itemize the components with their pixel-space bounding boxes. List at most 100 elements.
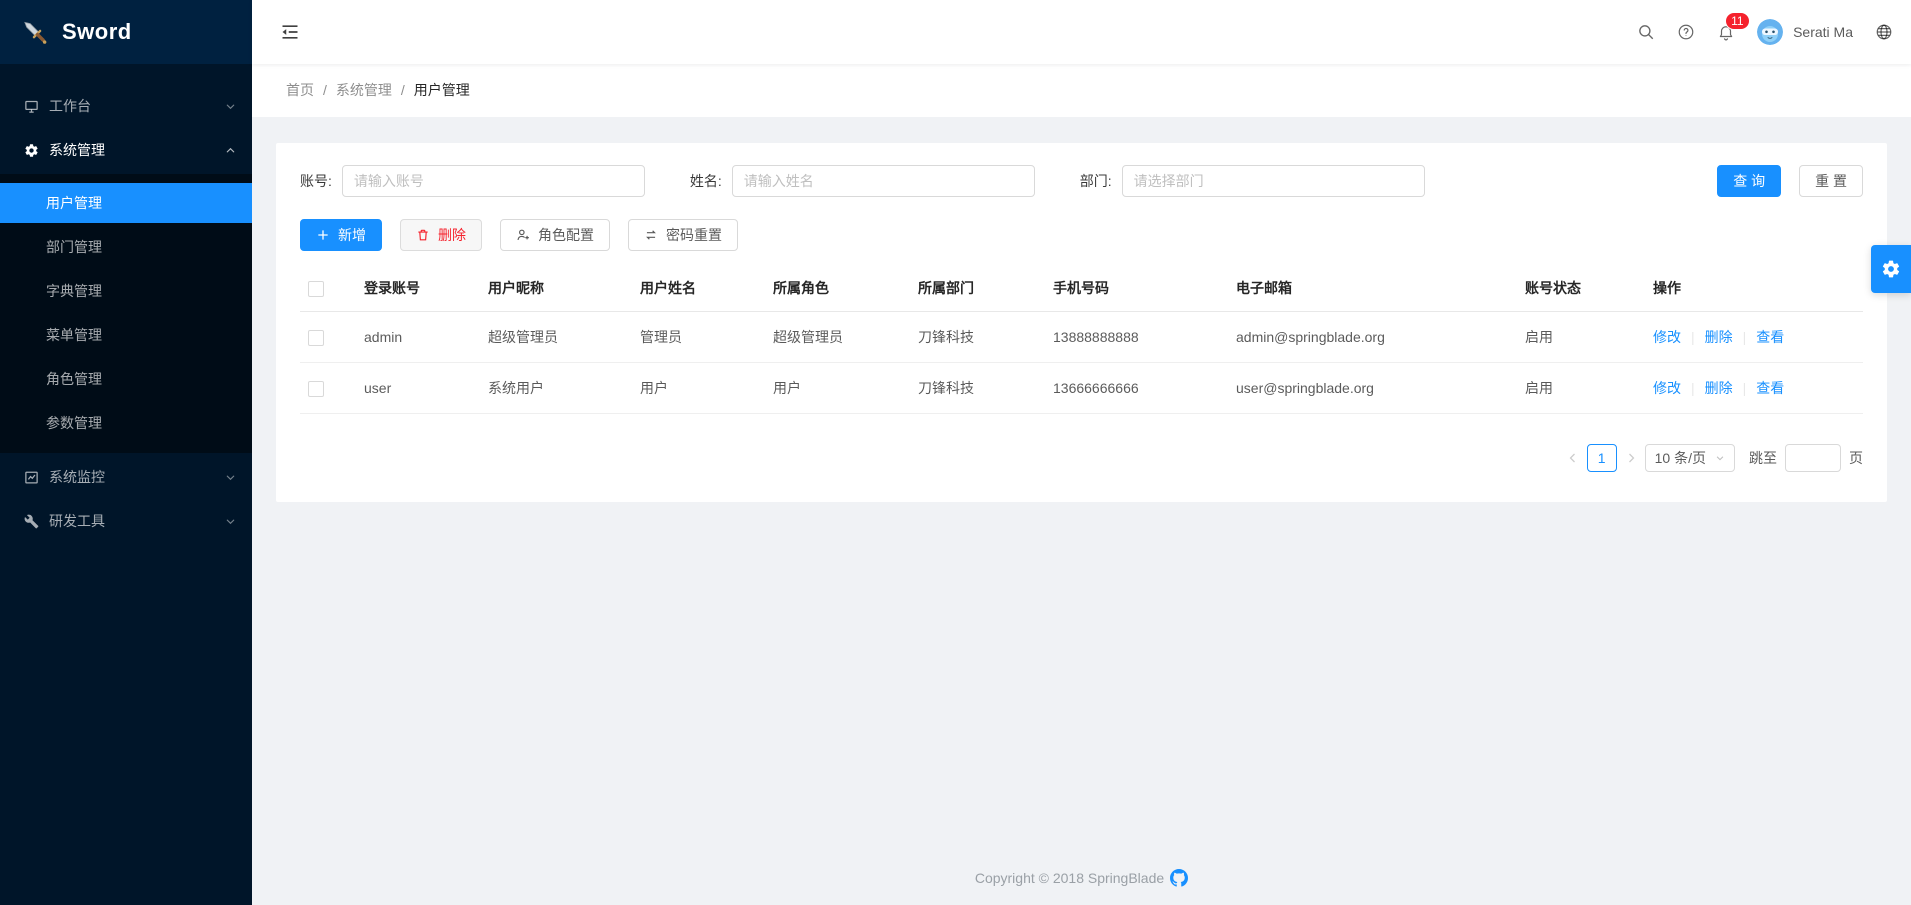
- row-checkbox[interactable]: [308, 330, 324, 346]
- user-add-icon: [516, 228, 530, 242]
- avatar[interactable]: [1757, 19, 1783, 45]
- cell-account: user: [356, 363, 480, 414]
- submenu: 用户管理部门管理字典管理菜单管理角色管理参数管理: [0, 174, 252, 453]
- sidebar-item-label: 系统管理: [49, 140, 225, 160]
- page-number[interactable]: 1: [1587, 444, 1617, 472]
- action-divider: |: [1743, 329, 1747, 345]
- account-input[interactable]: [342, 165, 645, 197]
- select-all-checkbox[interactable]: [308, 281, 324, 297]
- row-action-link[interactable]: 删除: [1705, 380, 1733, 396]
- cell-role: 用户: [765, 363, 910, 414]
- cell-email: admin@springblade.org: [1228, 312, 1517, 363]
- column-header: 账号状态: [1517, 265, 1645, 312]
- app-root: Sword 工作台系统管理用户管理部门管理字典管理菜单管理角色管理参数管理系统监…: [0, 0, 1911, 905]
- name-input[interactable]: [732, 165, 1035, 197]
- sidebar-subitem[interactable]: 用户管理: [0, 183, 252, 223]
- sidebar-subitem[interactable]: 参数管理: [0, 403, 252, 443]
- footer: Copyright © 2018 SpringBlade: [276, 855, 1887, 895]
- pagination: 1 10 条/页 跳至 页: [300, 444, 1863, 472]
- desktop-icon: [24, 99, 39, 114]
- topbar: 11 Serati Ma: [252, 0, 1911, 64]
- sidebar-item-label: 系统监控: [49, 467, 225, 487]
- sidebar-subitem[interactable]: 菜单管理: [0, 315, 252, 355]
- column-header: 操作: [1645, 265, 1863, 312]
- notification-badge: 11: [1726, 13, 1748, 29]
- breadcrumb: 首页/系统管理/用户管理: [252, 64, 1911, 117]
- main-area: 11 Serati Ma 首页/系统管: [252, 0, 1911, 905]
- reset-button[interactable]: 重 置: [1799, 165, 1863, 197]
- password-reset-button[interactable]: 密码重置: [628, 219, 738, 251]
- sidebar-item[interactable]: 研发工具: [0, 501, 252, 541]
- password-reset-label: 密码重置: [666, 225, 722, 245]
- name-label: 姓名:: [690, 171, 722, 191]
- row-action-link[interactable]: 删除: [1705, 329, 1733, 345]
- cell-phone: 13666666666: [1045, 363, 1228, 414]
- language-globe-icon[interactable]: [1875, 23, 1893, 41]
- row-action-link[interactable]: 查看: [1756, 329, 1784, 345]
- account-label: 账号:: [300, 171, 332, 191]
- next-page-icon[interactable]: [1625, 452, 1637, 464]
- sidebar-subitem[interactable]: 角色管理: [0, 359, 252, 399]
- tool-icon: [24, 514, 39, 529]
- action-divider: |: [1743, 380, 1747, 396]
- row-action-link[interactable]: 修改: [1653, 329, 1681, 345]
- row-action-link[interactable]: 查看: [1756, 380, 1784, 396]
- github-icon[interactable]: [1170, 869, 1188, 887]
- search-icon[interactable]: [1637, 23, 1655, 41]
- sword-logo-icon: [20, 17, 50, 47]
- copyright-text: Copyright © 2018 SpringBlade: [975, 870, 1164, 886]
- row-action-link[interactable]: 修改: [1653, 380, 1681, 396]
- table-row: user系统用户用户用户刀锋科技13666666666user@springbl…: [300, 363, 1863, 414]
- cell-name: 用户: [632, 363, 765, 414]
- filter-group-dept: 部门:: [1080, 165, 1425, 197]
- sidebar-subitem[interactable]: 字典管理: [0, 271, 252, 311]
- cell-nickname: 超级管理员: [480, 312, 632, 363]
- cell-status: 启用: [1517, 363, 1645, 414]
- logo[interactable]: Sword: [0, 0, 252, 64]
- sidebar-subitem[interactable]: 部门管理: [0, 227, 252, 267]
- action-divider: |: [1691, 329, 1695, 345]
- cell-account: admin: [356, 312, 480, 363]
- chevron-down-icon: [225, 101, 236, 112]
- sidebar-item[interactable]: 工作台: [0, 86, 252, 126]
- column-header: 电子邮箱: [1228, 265, 1517, 312]
- role-config-label: 角色配置: [538, 225, 594, 245]
- breadcrumb-separator: /: [323, 82, 327, 98]
- topbar-actions: 11 Serati Ma: [1637, 19, 1893, 45]
- cell-name: 管理员: [632, 312, 765, 363]
- settings-gear-button[interactable]: [1871, 245, 1911, 293]
- trash-icon: [416, 228, 430, 242]
- user-table: 登录账号用户昵称用户姓名所属角色所属部门手机号码电子邮箱账号状态操作 admin…: [300, 265, 1863, 414]
- add-button[interactable]: 新增: [300, 219, 382, 251]
- action-divider: |: [1691, 380, 1695, 396]
- prev-page-icon[interactable]: [1567, 452, 1579, 464]
- row-checkbox[interactable]: [308, 381, 324, 397]
- filter-form: 账号: 姓名: 部门: 查 询 重 置: [300, 165, 1863, 197]
- cell-role: 超级管理员: [765, 312, 910, 363]
- user-name[interactable]: Serati Ma: [1793, 24, 1853, 40]
- toolbar: 新增 删除 角色配置 密码重置: [300, 219, 1863, 251]
- breadcrumb-item[interactable]: 系统管理: [336, 82, 392, 98]
- role-config-button[interactable]: 角色配置: [500, 219, 610, 251]
- chevron-down-icon: [225, 472, 236, 483]
- plus-icon: [316, 228, 330, 242]
- search-button[interactable]: 查 询: [1717, 165, 1781, 197]
- filter-buttons: 查 询 重 置: [1717, 165, 1863, 197]
- column-header: 手机号码: [1045, 265, 1228, 312]
- help-icon[interactable]: [1677, 23, 1695, 41]
- column-header: 登录账号: [356, 265, 480, 312]
- column-header: 用户姓名: [632, 265, 765, 312]
- sidebar-item[interactable]: 系统监控: [0, 457, 252, 497]
- breadcrumb-item[interactable]: 首页: [286, 82, 314, 98]
- monitor-chart-icon: [24, 470, 39, 485]
- delete-button[interactable]: 删除: [400, 219, 482, 251]
- menu-fold-icon[interactable]: [280, 22, 300, 42]
- dept-select[interactable]: [1122, 165, 1425, 197]
- page-size-select[interactable]: 10 条/页: [1645, 444, 1735, 472]
- breadcrumb-item: 用户管理: [414, 82, 470, 98]
- notification-bell-icon[interactable]: 11: [1717, 23, 1735, 41]
- sidebar-item[interactable]: 系统管理: [0, 130, 252, 170]
- jump-page-input[interactable]: [1785, 444, 1841, 472]
- gear-icon: [24, 143, 39, 158]
- sidebar-item-label: 研发工具: [49, 511, 225, 531]
